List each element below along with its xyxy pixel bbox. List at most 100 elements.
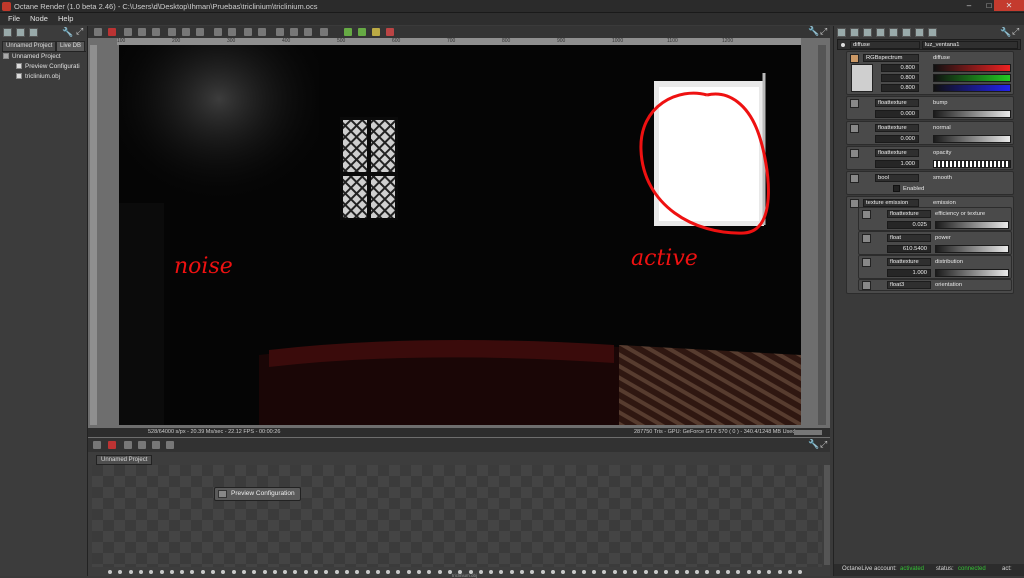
node-icon[interactable] bbox=[863, 28, 872, 37]
sphere-icon[interactable] bbox=[258, 28, 266, 36]
graph-canvas[interactable]: Preview Configuration triclinium.obj bbox=[92, 465, 822, 578]
menu-file[interactable]: File bbox=[8, 14, 20, 23]
pin-type-select[interactable]: floattexture bbox=[887, 258, 931, 266]
save-render-icon[interactable] bbox=[228, 28, 236, 36]
node-icon[interactable] bbox=[850, 28, 859, 37]
picker-icon[interactable] bbox=[386, 28, 394, 36]
viewport-scrollbar[interactable] bbox=[818, 45, 826, 425]
distribution-value[interactable]: 1.000 bbox=[887, 269, 931, 277]
efficiency-value[interactable]: 0.025 bbox=[887, 221, 931, 229]
expand-icon[interactable]: ⤢ bbox=[76, 26, 83, 37]
node-icon[interactable] bbox=[889, 28, 898, 37]
pin-type-select[interactable]: texture emission bbox=[863, 199, 919, 207]
normal-value[interactable]: 0.000 bbox=[875, 135, 919, 143]
opacity-slider[interactable] bbox=[933, 160, 1011, 168]
red-slider[interactable] bbox=[933, 64, 1011, 72]
color-swatch[interactable] bbox=[851, 64, 873, 92]
expand-icon[interactable]: ⤢ bbox=[1012, 26, 1019, 37]
blue-value[interactable]: 0.800 bbox=[881, 84, 919, 92]
wrench-icon[interactable]: 🔧 bbox=[1000, 27, 1011, 38]
pin-type-select[interactable]: floattexture bbox=[875, 124, 919, 132]
node-icon[interactable] bbox=[915, 28, 924, 37]
wrench-icon[interactable]: 🔧 bbox=[808, 439, 819, 450]
bump-slider[interactable] bbox=[933, 110, 1011, 118]
picker-icon[interactable] bbox=[344, 28, 352, 36]
efficiency-slider[interactable] bbox=[935, 221, 1009, 229]
node-name-field[interactable]: luz_ventana1 bbox=[922, 41, 1018, 49]
distribution-slider[interactable] bbox=[935, 269, 1009, 277]
node-icon[interactable] bbox=[876, 28, 885, 37]
new-project-icon[interactable] bbox=[3, 28, 12, 37]
tree-item-mesh[interactable]: triclinium.obj bbox=[16, 73, 60, 80]
power-value[interactable]: 610.5400 bbox=[887, 245, 931, 253]
menu-help[interactable]: Help bbox=[58, 14, 73, 23]
tab-live-db[interactable]: Live DB bbox=[56, 41, 86, 51]
preview-configuration-node[interactable]: Preview Configuration bbox=[214, 487, 301, 501]
power-slider[interactable] bbox=[935, 245, 1009, 253]
expand-icon[interactable]: ⤢ bbox=[820, 439, 827, 450]
grid-icon[interactable] bbox=[290, 28, 298, 36]
expand-icon[interactable] bbox=[16, 73, 22, 80]
node-icon[interactable] bbox=[166, 441, 174, 449]
pin-type-select[interactable]: floattexture bbox=[875, 149, 919, 157]
green-slider[interactable] bbox=[933, 74, 1011, 82]
zoom-icon[interactable] bbox=[214, 28, 222, 36]
node-icon[interactable] bbox=[928, 28, 937, 37]
pause-icon[interactable] bbox=[138, 28, 146, 36]
grid-icon[interactable] bbox=[304, 28, 312, 36]
pin-type-select[interactable]: float3 bbox=[887, 281, 931, 289]
grid-icon[interactable] bbox=[276, 28, 284, 36]
node-icon[interactable] bbox=[124, 441, 132, 449]
smooth-checkbox[interactable] bbox=[893, 185, 900, 192]
save-icon[interactable] bbox=[29, 28, 38, 37]
delete-icon[interactable] bbox=[108, 441, 116, 449]
pin-label: smooth bbox=[933, 175, 953, 181]
sphere-icon[interactable] bbox=[244, 28, 252, 36]
menu-node[interactable]: Node bbox=[30, 14, 48, 23]
rewind-icon[interactable] bbox=[124, 28, 132, 36]
pin-type-select[interactable]: floattexture bbox=[887, 210, 931, 218]
node-icon[interactable] bbox=[138, 441, 146, 449]
focus-icon[interactable] bbox=[168, 28, 176, 36]
red-value[interactable]: 0.800 bbox=[881, 64, 919, 72]
clear-icon[interactable] bbox=[94, 28, 102, 36]
graph-scrollbar[interactable] bbox=[824, 465, 830, 565]
pin-label: distribution bbox=[935, 259, 964, 265]
normal-slider[interactable] bbox=[933, 135, 1011, 143]
zoom-icon[interactable] bbox=[93, 441, 101, 449]
open-icon[interactable] bbox=[16, 28, 25, 37]
pin-type-select[interactable]: bool bbox=[875, 174, 919, 182]
tab-unnamed-project[interactable]: Unnamed Project bbox=[2, 41, 57, 51]
node-icon[interactable] bbox=[837, 28, 846, 37]
tree-item-preview-config[interactable]: Preview Configurati bbox=[16, 63, 80, 70]
expand-icon[interactable] bbox=[16, 63, 22, 70]
timeline-dot bbox=[283, 570, 288, 574]
node-type-select[interactable]: diffuse bbox=[850, 41, 920, 49]
node-icon[interactable] bbox=[152, 441, 160, 449]
wrench-icon[interactable]: 🔧 bbox=[62, 27, 73, 38]
picker-icon[interactable] bbox=[358, 28, 366, 36]
green-value[interactable]: 0.800 bbox=[881, 74, 919, 82]
render-viewport: 🔧 ⤢ 100 200 300 400 500 600 700 800 900 … bbox=[88, 26, 830, 438]
tab-graph-project[interactable]: Unnamed Project bbox=[96, 455, 153, 465]
play-icon[interactable] bbox=[152, 28, 160, 36]
close-button[interactable]: ✕ bbox=[994, 0, 1024, 11]
pin-type-select[interactable]: floattexture bbox=[875, 99, 919, 107]
node-icon[interactable] bbox=[902, 28, 911, 37]
opacity-value[interactable]: 1.000 bbox=[875, 160, 919, 168]
wrench-icon[interactable]: 🔧 bbox=[808, 26, 819, 37]
render-image[interactable]: noise active bbox=[119, 45, 801, 425]
picker-icon[interactable] bbox=[372, 28, 380, 36]
tree-item-project[interactable]: Unnamed Project bbox=[3, 53, 61, 60]
minimize-button[interactable]: – bbox=[958, 0, 980, 11]
pin-type-select[interactable]: float bbox=[887, 234, 931, 242]
grid-icon[interactable] bbox=[320, 28, 328, 36]
pin-type-select[interactable]: RGBspectrum bbox=[863, 54, 919, 62]
expand-icon[interactable]: ⤢ bbox=[820, 26, 827, 37]
lock-icon[interactable] bbox=[196, 28, 204, 36]
bump-value[interactable]: 0.000 bbox=[875, 110, 919, 118]
timeline-dot bbox=[756, 570, 761, 574]
blue-slider[interactable] bbox=[933, 84, 1011, 92]
camera-icon[interactable] bbox=[182, 28, 190, 36]
stop-icon[interactable] bbox=[108, 28, 116, 36]
